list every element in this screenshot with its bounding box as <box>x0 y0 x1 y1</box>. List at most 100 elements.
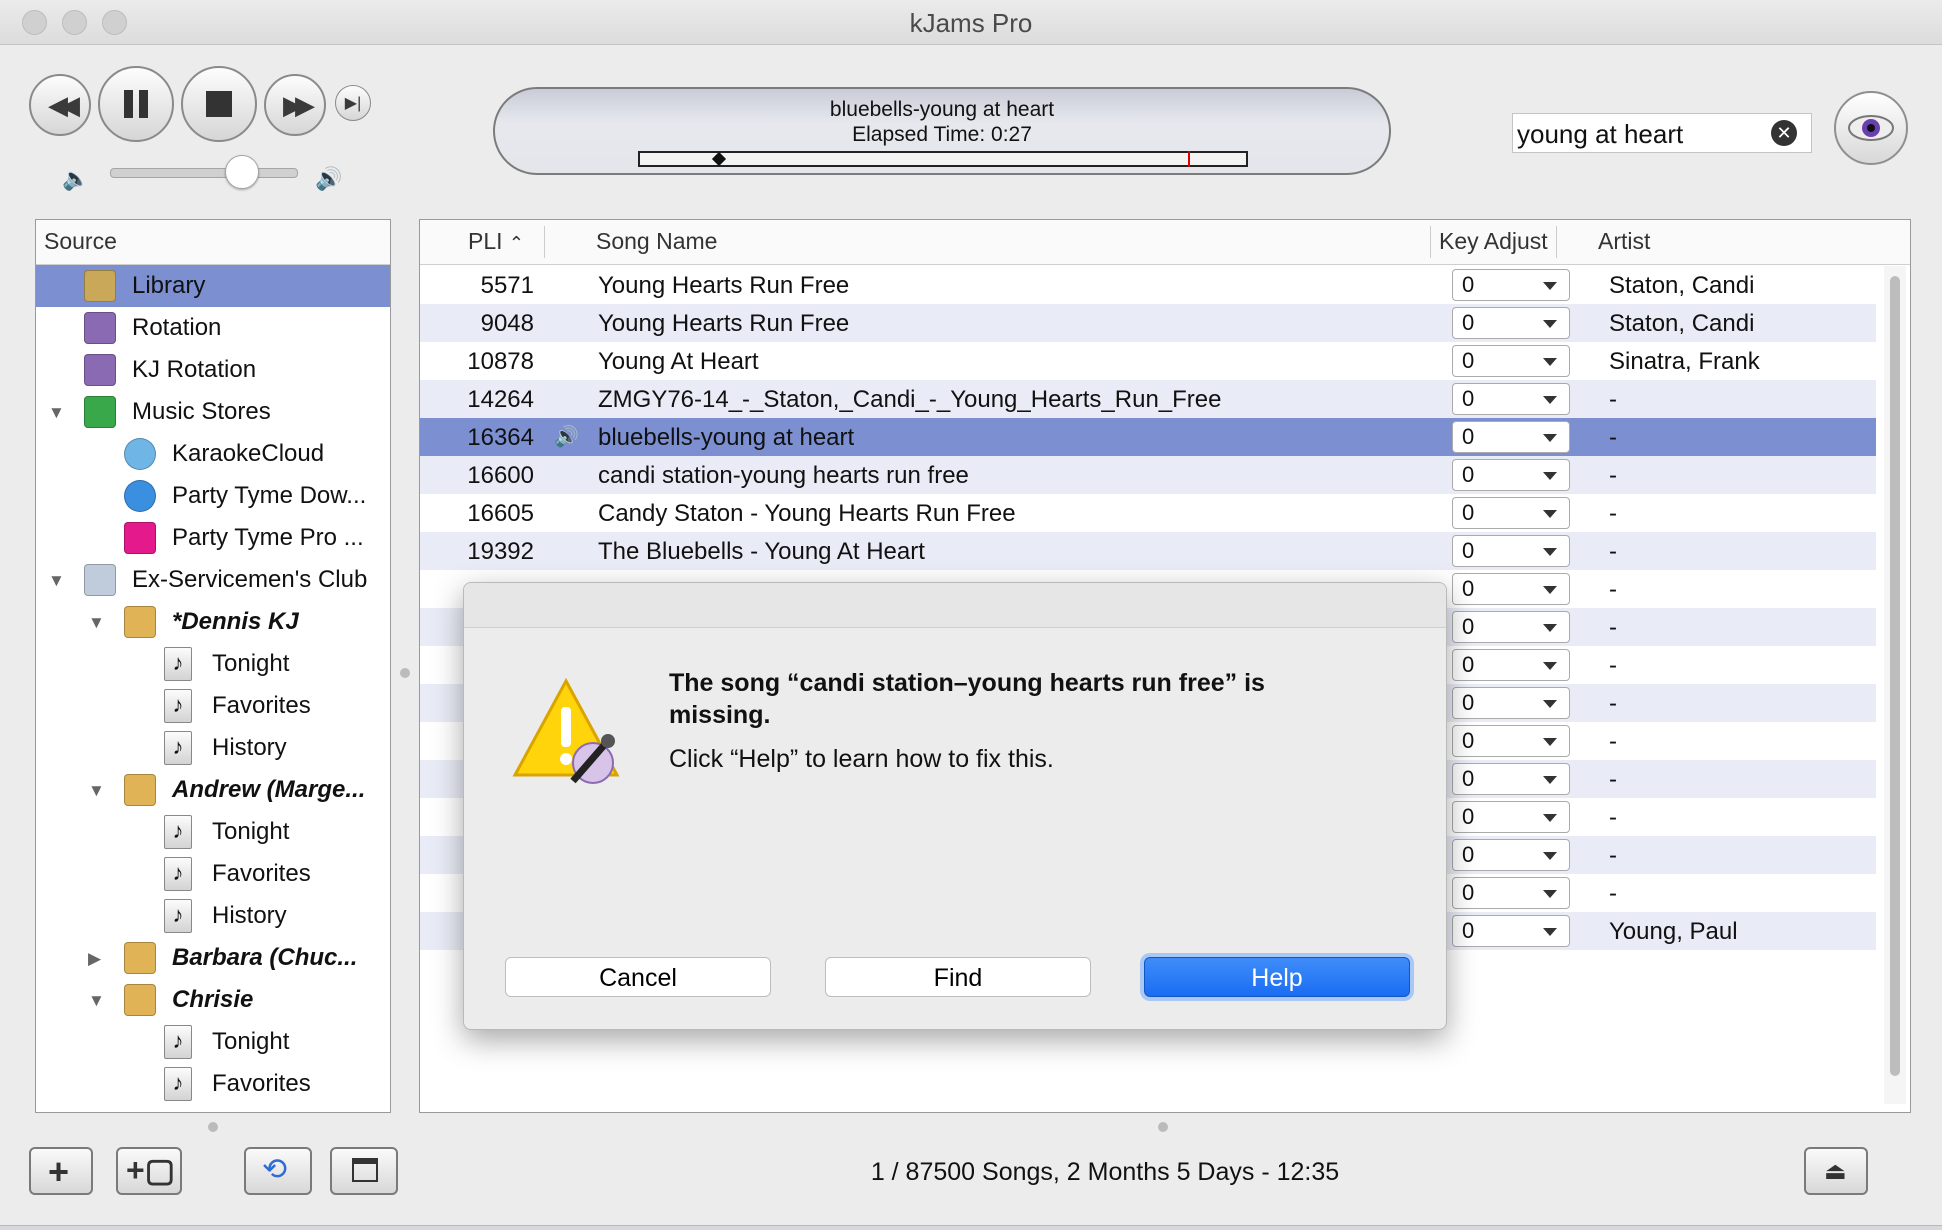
key-adjust-select[interactable]: 0 <box>1452 725 1570 757</box>
volume-slider-knob[interactable] <box>225 155 259 189</box>
table-row[interactable]: 16605 Candy Staton - Young Hearts Run Fre… <box>420 494 1876 532</box>
source-item-label: Tonight <box>212 1028 290 1055</box>
table-row[interactable]: 16600 candi station-young hearts run free… <box>420 456 1876 494</box>
chevron-down-icon <box>1543 662 1557 670</box>
key-adjust-select[interactable]: 0 <box>1452 421 1570 453</box>
key-adjust-select[interactable]: 0 <box>1452 839 1570 871</box>
source-item[interactable]: ▼ Ex-Servicemen's Club <box>36 559 390 601</box>
key-adjust-select[interactable]: 0 <box>1452 649 1570 681</box>
disclosure-expanded-icon[interactable]: ▼ <box>48 571 65 591</box>
source-item[interactable]: KaraokeCloud <box>36 433 390 475</box>
column-header-artist[interactable]: Artist <box>1598 228 1650 255</box>
disclosure-expanded-icon[interactable]: ▼ <box>88 991 105 1011</box>
table-row[interactable]: 14264 ZMGY76-14_-_Staton,_Candi_-_Young_H… <box>420 380 1876 418</box>
source-item[interactable]: ♪ Favorites <box>36 853 390 895</box>
source-item[interactable]: ♪ Tonight <box>36 643 390 685</box>
cell-artist: - <box>1609 880 1617 907</box>
song-progress-bar[interactable] <box>638 151 1248 167</box>
source-item[interactable]: ▼ *Dennis KJ <box>36 601 390 643</box>
fast-forward-button[interactable]: ▶▶ <box>264 74 326 136</box>
source-item[interactable]: Library <box>36 265 390 307</box>
key-adjust-select[interactable]: 0 <box>1452 383 1570 415</box>
download-icon <box>124 480 156 512</box>
key-adjust-value: 0 <box>1462 576 1475 601</box>
source-item-label: Ex-Servicemen's Club <box>132 566 368 593</box>
now-playing-song: bluebells-young at heart <box>829 98 1055 121</box>
key-adjust-select[interactable]: 0 <box>1452 459 1570 491</box>
source-item[interactable]: ♪ Favorites <box>36 1063 390 1105</box>
next-track-button[interactable]: ▶| <box>335 85 371 121</box>
search-input-value[interactable]: young at heart <box>1517 119 1683 150</box>
source-item[interactable]: KJ Rotation <box>36 349 390 391</box>
table-row[interactable]: 10878 Young At Heart 0 Sinatra, Frank <box>420 342 1876 380</box>
key-adjust-select[interactable]: 0 <box>1452 915 1570 947</box>
key-adjust-select[interactable]: 0 <box>1452 307 1570 339</box>
splitter-handle[interactable] <box>400 668 410 678</box>
progress-handle-icon[interactable] <box>711 151 727 167</box>
key-adjust-select[interactable]: 0 <box>1452 573 1570 605</box>
playlist-icon: ♪ <box>164 857 192 891</box>
add-button[interactable]: + <box>29 1147 93 1195</box>
now-playing-speaker-icon: 🔊 <box>554 426 579 448</box>
key-adjust-select[interactable]: 0 <box>1452 877 1570 909</box>
key-adjust-select[interactable]: 0 <box>1452 497 1570 529</box>
column-header-key-adjust[interactable]: Key Adjust <box>1439 228 1548 255</box>
disclosure-expanded-icon[interactable]: ▼ <box>48 403 65 423</box>
source-item[interactable]: Party Tyme Dow... <box>36 475 390 517</box>
chevron-down-icon <box>1543 738 1557 746</box>
show-video-button[interactable] <box>1834 91 1908 165</box>
disclosure-collapsed-icon[interactable]: ▶ <box>88 949 101 969</box>
key-adjust-select[interactable]: 0 <box>1452 535 1570 567</box>
source-item[interactable]: ♪ Favorites <box>36 685 390 727</box>
column-header-pli[interactable]: PLI ⌃ <box>468 228 524 255</box>
chevron-down-icon <box>1543 776 1557 784</box>
key-adjust-select[interactable]: 0 <box>1452 611 1570 643</box>
venue-icon <box>84 564 116 596</box>
source-item[interactable]: ♪ Tonight <box>36 1021 390 1063</box>
table-row[interactable]: 16364 🔊 bluebells-young at heart 0 - <box>420 418 1876 456</box>
pause-button[interactable] <box>98 66 174 142</box>
source-item[interactable]: ▼ Music Stores <box>36 391 390 433</box>
repeat-button[interactable]: ⟲ <box>244 1147 312 1195</box>
key-adjust-value: 0 <box>1462 462 1475 487</box>
key-adjust-select[interactable]: 0 <box>1452 345 1570 377</box>
source-item[interactable]: ▶ Barbara (Chuc... <box>36 937 390 979</box>
source-item[interactable]: Rotation <box>36 307 390 349</box>
key-adjust-value: 0 <box>1462 614 1475 639</box>
eject-button[interactable]: ⏏ <box>1804 1147 1868 1195</box>
cell-pli: 10878 <box>467 348 534 375</box>
source-item[interactable]: ▼ Chrisie <box>36 979 390 1021</box>
table-row[interactable]: 19392 The Bluebells - Young At Heart 0 - <box>420 532 1876 570</box>
stop-button[interactable] <box>181 66 257 142</box>
vertical-scrollbar[interactable] <box>1884 266 1906 1104</box>
singer-icon <box>124 984 156 1016</box>
key-adjust-select[interactable]: 0 <box>1452 269 1570 301</box>
table-row[interactable]: 9048 Young Hearts Run Free 0 Staton, Candi <box>420 304 1876 342</box>
cell-artist: - <box>1609 766 1617 793</box>
key-adjust-select[interactable]: 0 <box>1452 801 1570 833</box>
cell-artist: - <box>1609 538 1617 565</box>
source-item[interactable]: Party Tyme Pro ... <box>36 517 390 559</box>
source-item[interactable]: ▼ Andrew (Marge... <box>36 769 390 811</box>
rewind-button[interactable]: ◀◀ <box>29 74 91 136</box>
search-field[interactable]: young at heart ✕ <box>1512 113 1812 153</box>
source-item[interactable]: ♪ History <box>36 895 390 937</box>
splitter-handle[interactable] <box>208 1122 218 1132</box>
show-window-button[interactable] <box>330 1147 398 1195</box>
key-adjust-select[interactable]: 0 <box>1452 687 1570 719</box>
volume-slider[interactable] <box>110 168 298 178</box>
cancel-button[interactable]: Cancel <box>505 957 771 997</box>
clear-search-icon[interactable]: ✕ <box>1771 120 1797 146</box>
help-button[interactable]: Help <box>1144 957 1410 997</box>
scrollbar-thumb[interactable] <box>1890 276 1900 1076</box>
source-item[interactable]: ♪ History <box>36 727 390 769</box>
source-item[interactable]: ♪ Tonight <box>36 811 390 853</box>
find-button[interactable]: Find <box>825 957 1091 997</box>
add-playlist-button[interactable]: +▢ <box>116 1147 182 1195</box>
splitter-handle[interactable] <box>1158 1122 1168 1132</box>
key-adjust-select[interactable]: 0 <box>1452 763 1570 795</box>
column-header-song-name[interactable]: Song Name <box>596 228 717 255</box>
table-row[interactable]: 5571 Young Hearts Run Free 0 Staton, Candi <box>420 266 1876 304</box>
disclosure-expanded-icon[interactable]: ▼ <box>88 781 105 801</box>
disclosure-expanded-icon[interactable]: ▼ <box>88 613 105 633</box>
